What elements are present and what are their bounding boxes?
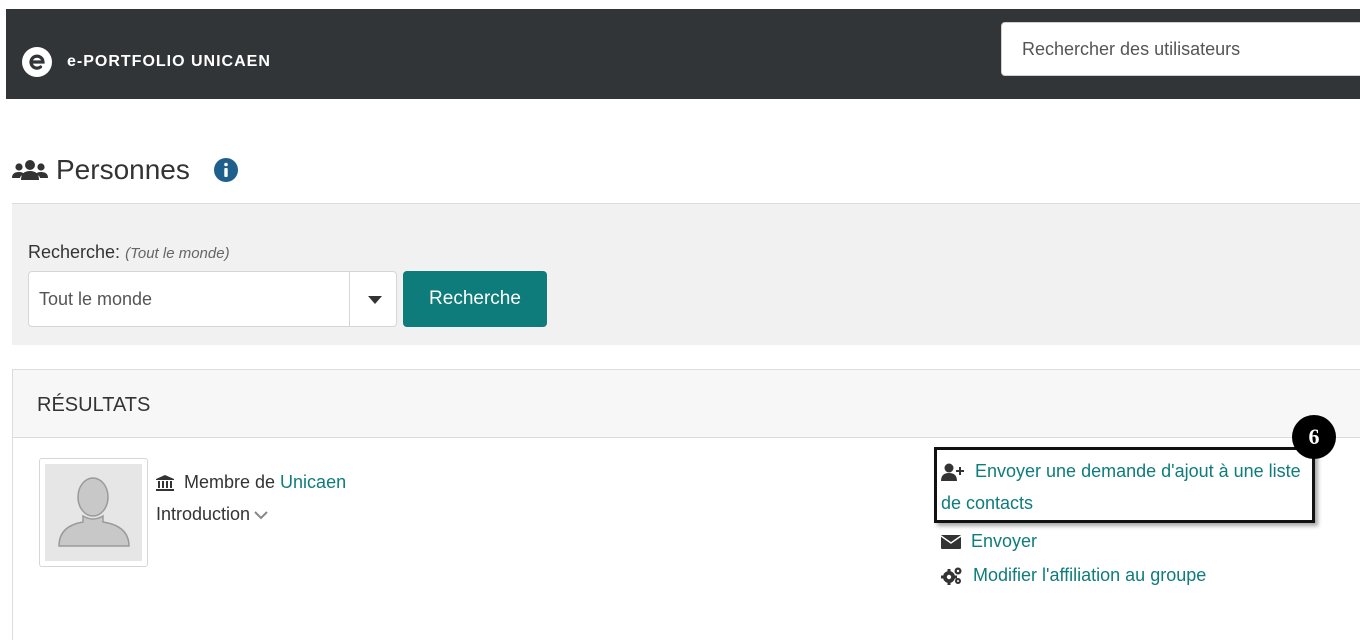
user-plus-icon — [941, 463, 964, 482]
audience-select[interactable]: Tout le monde — [28, 271, 397, 327]
default-user-avatar-icon — [45, 464, 142, 561]
institution-link[interactable]: Unicaen — [280, 472, 346, 493]
send-contact-request-link[interactable]: Envoyer une demande d'ajout à une liste … — [941, 455, 1311, 519]
search-label-hint: (Tout le monde) — [125, 245, 230, 262]
users-icon — [12, 160, 48, 180]
membership-prefix: Membre de — [184, 472, 276, 492]
eportfolio-logo-icon[interactable] — [22, 47, 52, 77]
user-search-input[interactable] — [1001, 22, 1360, 76]
edit-group-membership-link[interactable]: Modifier l'affiliation au groupe — [941, 565, 1206, 586]
page-title: Personnes — [56, 154, 190, 185]
introduction-label: Introduction — [156, 504, 251, 524]
cogs-icon — [941, 567, 962, 585]
send-message-link[interactable]: Envoyer — [941, 531, 1037, 552]
search-panel: Recherche: (Tout le monde) Tout le monde… — [12, 203, 1360, 345]
results-header: RÉSULTATS — [13, 370, 1360, 438]
page-heading: Personnes — [12, 150, 238, 190]
audience-select-value: Tout le monde — [39, 289, 153, 309]
send-contact-request-label: Envoyer une demande d'ajout à une liste … — [941, 461, 1301, 513]
envelope-icon — [941, 534, 961, 549]
info-icon[interactable] — [213, 158, 238, 182]
select-divider — [349, 272, 350, 326]
edit-group-membership-label: Modifier l'affiliation au groupe — [973, 565, 1207, 585]
tutorial-step-badge: 6 — [1292, 415, 1336, 459]
send-message-label: Envoyer — [971, 531, 1038, 551]
introduction-toggle[interactable]: Introduction — [156, 504, 268, 525]
site-brand[interactable]: e-PORTFOLIO UNICAEN — [67, 53, 271, 71]
results-title: RÉSULTATS — [37, 394, 151, 416]
caret-down-icon[interactable] — [368, 296, 382, 304]
membership-line: Membre de Unicaen — [156, 472, 346, 493]
avatar[interactable] — [39, 458, 148, 567]
search-button[interactable]: Recherche — [403, 271, 547, 327]
search-label: Recherche: (Tout le monde) — [28, 242, 230, 262]
institution-icon — [156, 474, 174, 491]
chevron-down-icon[interactable] — [254, 510, 268, 520]
